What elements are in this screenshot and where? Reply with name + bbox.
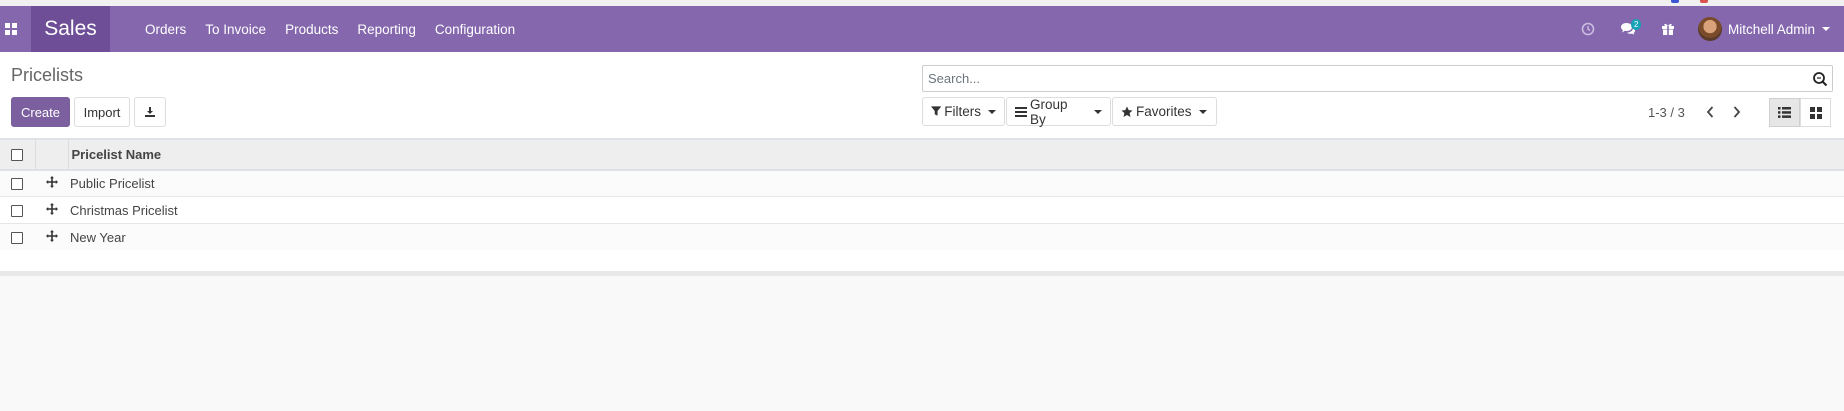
apps-grid-icon — [5, 23, 17, 35]
kanban-view-button[interactable] — [1800, 98, 1831, 127]
row-select-cell — [0, 170, 35, 197]
drag-handle-icon[interactable] — [45, 229, 58, 242]
export-button[interactable] — [134, 97, 166, 127]
import-button[interactable]: Import — [74, 97, 130, 127]
favorites-label: Favorites — [1136, 104, 1192, 119]
table-row[interactable]: New Year — [0, 223, 1844, 251]
chevron-down-icon — [1822, 27, 1830, 31]
navbar-systray: 2 Mitchell Admin — [1568, 6, 1844, 52]
messages-button[interactable]: 2 — [1608, 6, 1648, 52]
table-row[interactable]: Public Pricelist — [0, 169, 1844, 197]
pricelist-table: Pricelist Name Public Pricelist Christma… — [0, 139, 1844, 251]
search-bar — [922, 65, 1833, 92]
menu-item-configuration[interactable]: Configuration — [435, 22, 515, 37]
menu-item-reporting[interactable]: Reporting — [357, 22, 416, 37]
apps-menu-button[interactable] — [0, 6, 22, 52]
menu-item-to-invoice[interactable]: To Invoice — [205, 22, 266, 37]
select-all-checkbox[interactable] — [11, 149, 23, 162]
row-checkbox[interactable] — [11, 232, 23, 245]
kanban-view-icon — [1809, 106, 1822, 119]
list-view-button[interactable] — [1769, 98, 1800, 127]
user-name: Mitchell Admin — [1727, 21, 1815, 37]
chevron-down-icon — [988, 109, 996, 114]
pricelist-name-cell: New Year — [70, 229, 126, 245]
search-icon[interactable] — [1812, 71, 1828, 87]
top-navbar: Sales Orders To Invoice Products Reporti… — [0, 6, 1844, 52]
handle-column-header — [34, 139, 69, 170]
search-input[interactable] — [923, 66, 1793, 91]
filters-dropdown[interactable]: Filters — [922, 97, 1005, 126]
pricelist-name-cell: Christmas Pricelist — [70, 202, 178, 218]
table-row[interactable]: Christmas Pricelist — [0, 197, 1844, 224]
control-panel: Pricelists Create Import Filters Group B… — [0, 52, 1844, 139]
menu-item-products[interactable]: Products — [285, 22, 338, 37]
column-header-pricelist-name[interactable]: Pricelist Name — [68, 140, 1844, 170]
favorites-dropdown[interactable]: Favorites — [1112, 97, 1217, 126]
menu-item-orders[interactable]: Orders — [145, 22, 186, 37]
drag-handle-icon[interactable] — [45, 202, 58, 215]
row-select-cell — [0, 197, 35, 224]
clock-icon — [1581, 22, 1595, 36]
chevron-down-icon — [1094, 109, 1102, 114]
chevron-right-icon — [1733, 106, 1741, 118]
row-handle-cell — [35, 170, 68, 197]
row-checkbox[interactable] — [11, 205, 23, 218]
app-brand[interactable]: Sales — [31, 6, 110, 52]
avatar — [1697, 17, 1722, 41]
group-by-label: Group By — [1030, 96, 1068, 127]
select-all-cell — [0, 140, 35, 170]
tab-indicator-blue — [1671, 0, 1679, 3]
list-view-icon — [1778, 107, 1791, 118]
list-icon — [1015, 106, 1027, 117]
create-button[interactable]: Create — [11, 97, 70, 127]
drag-handle-icon[interactable] — [45, 175, 58, 188]
breadcrumb: Pricelists — [11, 65, 84, 85]
gift-button[interactable] — [1648, 6, 1688, 52]
main-menu: Orders To Invoice Products Reporting Con… — [145, 22, 534, 37]
row-handle-cell — [35, 197, 68, 224]
pager-next-button[interactable] — [1725, 101, 1749, 123]
filters-label: Filters — [944, 104, 981, 119]
row-checkbox[interactable] — [11, 178, 23, 191]
pager-previous-button[interactable] — [1698, 101, 1722, 123]
activity-button[interactable] — [1568, 6, 1608, 52]
table-header-row: Pricelist Name — [0, 139, 1844, 170]
star-icon — [1121, 106, 1133, 117]
messages-count-badge: 2 — [1630, 19, 1642, 30]
download-icon — [145, 107, 155, 117]
row-handle-cell — [35, 224, 68, 251]
pricelist-name-cell: Public Pricelist — [70, 175, 155, 191]
chevron-left-icon — [1706, 106, 1714, 118]
tab-indicator-red — [1700, 0, 1708, 3]
user-menu[interactable]: Mitchell Admin — [1697, 17, 1830, 41]
filter-icon — [931, 106, 942, 116]
group-by-dropdown[interactable]: Group By — [1006, 96, 1111, 127]
chevron-down-icon — [1198, 109, 1207, 114]
gift-icon — [1661, 23, 1674, 35]
table-footer — [0, 250, 1844, 276]
row-select-cell — [0, 224, 35, 251]
pager-value[interactable]: 1-3 / 3 — [1648, 105, 1685, 120]
